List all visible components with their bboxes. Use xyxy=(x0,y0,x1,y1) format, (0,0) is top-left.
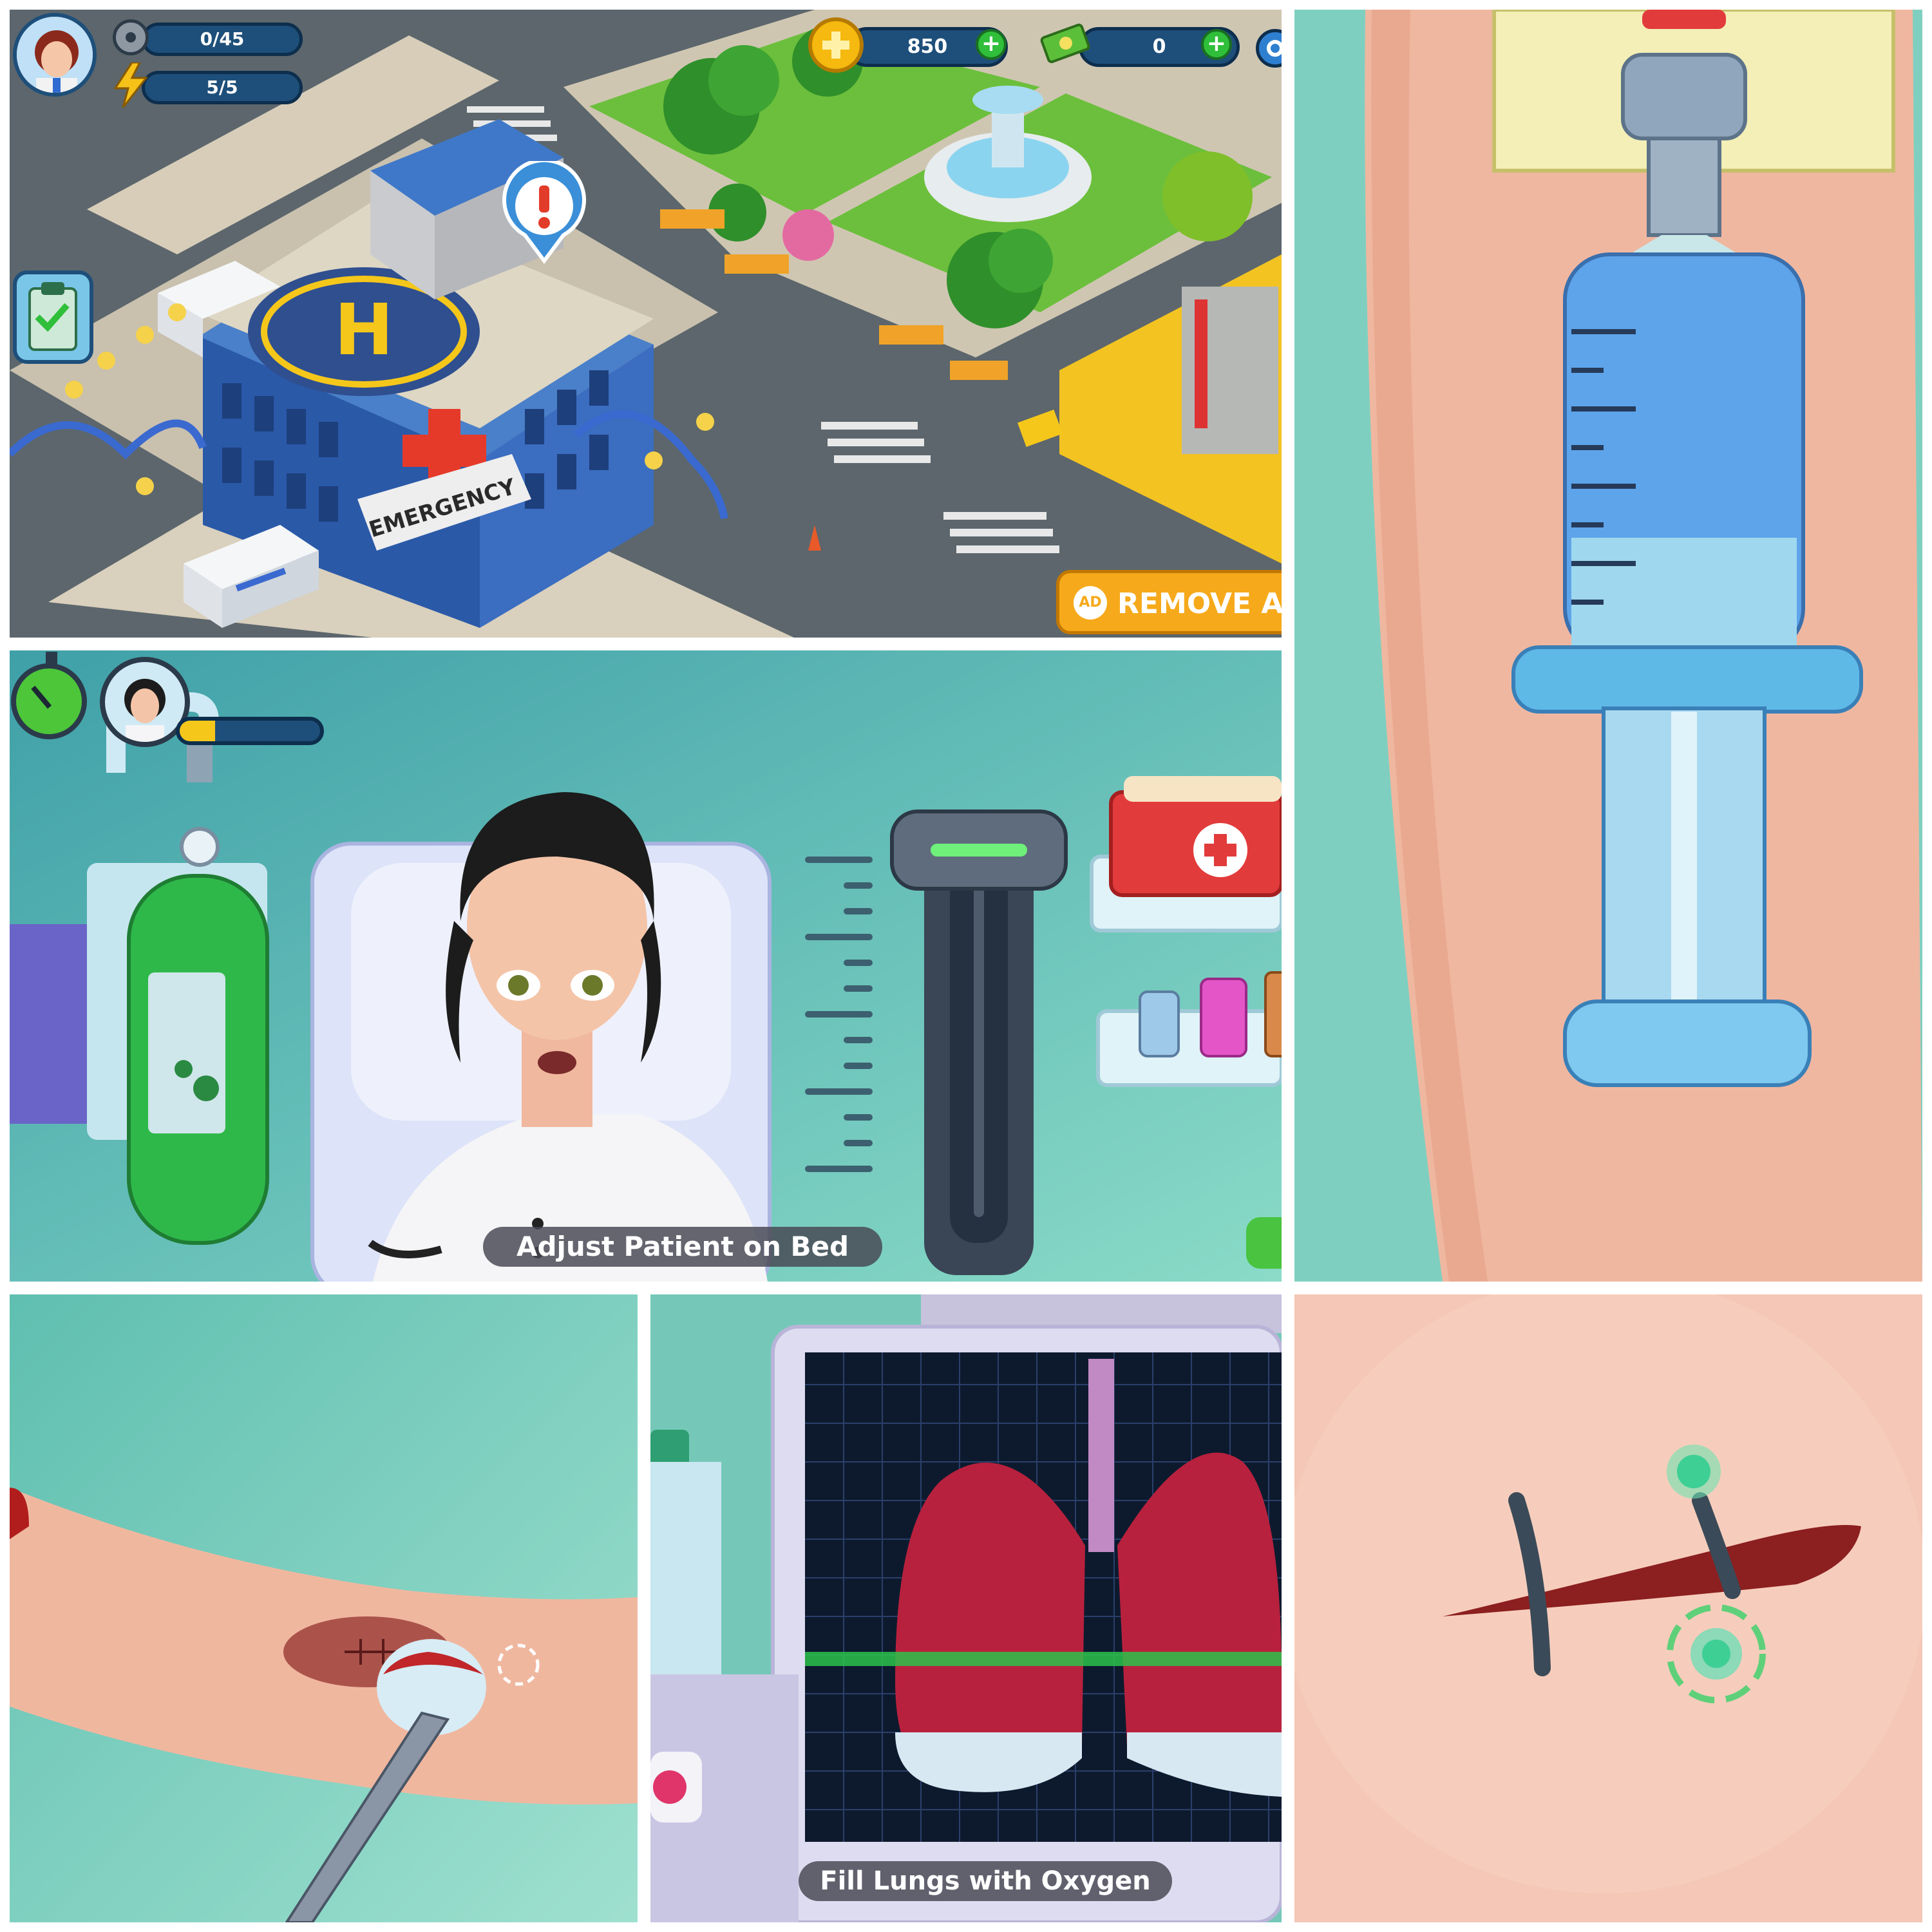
cash-icon xyxy=(1040,17,1092,69)
patient-progress-bar xyxy=(176,717,324,745)
trachea xyxy=(1088,1359,1114,1552)
gear-icon xyxy=(1267,40,1282,57)
instruction-caption: Fill Lungs with Oxygen xyxy=(799,1861,1172,1901)
supply-shelves xyxy=(1090,776,1282,1087)
instruction-text: Adjust Patient on Bed xyxy=(516,1231,849,1262)
syringe-panel xyxy=(1294,10,1922,1282)
xray-monitor xyxy=(805,1352,1282,1842)
first-aid-box[interactable] xyxy=(1109,776,1282,897)
city-map-panel: H EMERGENCY 0/45 5/5 850 + 0 + AD REMOVE… xyxy=(10,10,1282,638)
xp-counter: 0/45 xyxy=(142,23,303,56)
lightning-icon xyxy=(111,62,150,108)
player-avatar[interactable] xyxy=(13,13,97,97)
cash-value: 0 xyxy=(1152,35,1166,58)
oxygen-level-line xyxy=(805,1652,1282,1666)
add-coins-button[interactable]: + xyxy=(976,29,1007,60)
remove-ads-label: REMOVE AD xyxy=(1117,587,1282,620)
medicine-bottle[interactable] xyxy=(1139,990,1180,1057)
medicine-bottle[interactable] xyxy=(1200,978,1247,1057)
add-cash-button[interactable]: + xyxy=(1201,29,1232,60)
medicine-bottle[interactable] xyxy=(1264,971,1282,1057)
energy-counter: 5/5 xyxy=(142,71,303,104)
lungs-panel: Fill Lungs with Oxygen xyxy=(650,1294,1282,1922)
add-button[interactable] xyxy=(1246,1217,1282,1269)
tasks-button[interactable] xyxy=(13,270,93,364)
coins-value: 850 xyxy=(907,35,948,58)
stopwatch-icon xyxy=(11,652,87,739)
bed-panel: Adjust Patient on Bed xyxy=(10,650,1282,1282)
energy-value: 5/5 xyxy=(206,77,238,98)
suture-panel xyxy=(1294,1294,1922,1922)
alert-marker[interactable] xyxy=(499,161,589,264)
gear-icon xyxy=(113,19,149,55)
instruction-text: Fill Lungs with Oxygen xyxy=(820,1866,1151,1896)
clipboard-icon xyxy=(28,282,77,351)
svg-text:H: H xyxy=(334,289,393,371)
stitch-target[interactable] xyxy=(1294,1294,1922,1922)
remove-ads-button[interactable]: AD REMOVE AD xyxy=(1056,570,1282,634)
ad-icon: AD xyxy=(1074,586,1107,620)
xp-value: 0/45 xyxy=(200,28,245,50)
progress-fill xyxy=(180,721,215,741)
wound-cleaning-panel xyxy=(10,1294,638,1922)
coin-icon xyxy=(808,17,864,73)
doctor-avatar-icon xyxy=(17,17,93,93)
syringe[interactable] xyxy=(1294,10,1922,1282)
instruction-caption: Adjust Patient on Bed xyxy=(483,1227,882,1267)
exclamation-icon xyxy=(502,161,586,264)
